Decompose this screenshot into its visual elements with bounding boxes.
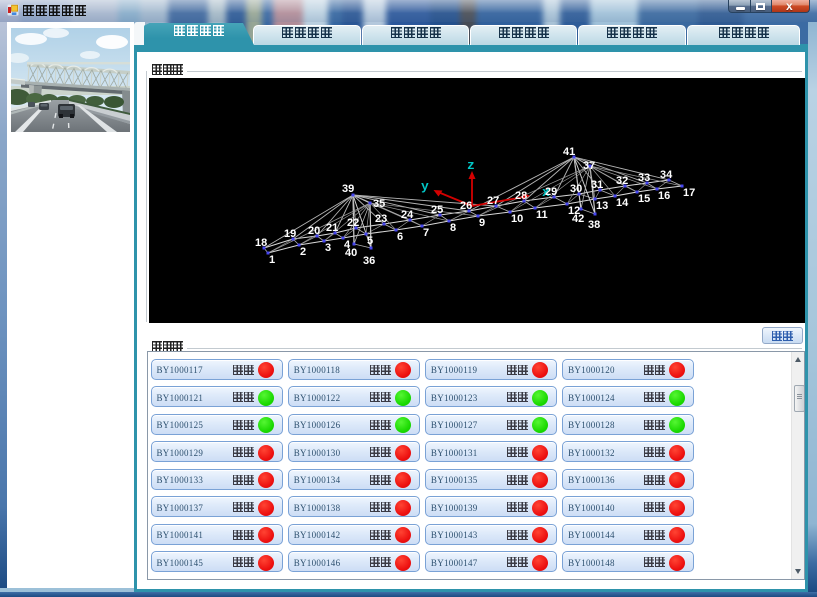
svg-text:11: 11	[536, 209, 548, 221]
svg-text:16: 16	[658, 190, 670, 202]
svg-text:30: 30	[570, 183, 582, 195]
svg-text:22: 22	[347, 217, 359, 229]
svg-text:13: 13	[596, 200, 608, 212]
svg-text:9: 9	[479, 217, 485, 229]
svg-text:29: 29	[545, 186, 557, 198]
svg-text:39: 39	[342, 183, 354, 195]
svg-text:37: 37	[583, 160, 595, 172]
svg-text:25: 25	[431, 204, 443, 216]
svg-text:21: 21	[326, 222, 338, 234]
svg-text:19: 19	[284, 228, 296, 240]
svg-text:33: 33	[638, 172, 650, 184]
svg-text:34: 34	[660, 169, 673, 181]
svg-text:27: 27	[487, 195, 499, 207]
svg-text:2: 2	[300, 246, 306, 258]
svg-text:36: 36	[363, 255, 375, 267]
svg-text:17: 17	[683, 187, 695, 199]
svg-text:7: 7	[423, 227, 429, 239]
svg-text:8: 8	[450, 222, 456, 234]
svg-text:42: 42	[572, 213, 584, 225]
svg-text:40: 40	[345, 247, 357, 259]
svg-text:10: 10	[511, 213, 523, 225]
svg-text:y: y	[421, 179, 429, 194]
svg-text:18: 18	[255, 237, 267, 249]
svg-text:24: 24	[401, 209, 414, 221]
svg-text:20: 20	[308, 225, 320, 237]
svg-text:35: 35	[373, 198, 385, 210]
svg-text:14: 14	[616, 197, 629, 209]
svg-text:6: 6	[397, 231, 403, 243]
svg-text:32: 32	[616, 175, 628, 187]
svg-text:23: 23	[375, 213, 387, 225]
svg-text:15: 15	[638, 193, 650, 205]
svg-text:31: 31	[591, 179, 603, 191]
svg-text:26: 26	[460, 200, 472, 212]
svg-text:28: 28	[515, 190, 527, 202]
svg-text:5: 5	[367, 235, 373, 247]
svg-text:38: 38	[588, 219, 600, 231]
svg-text:z: z	[467, 158, 475, 173]
svg-text:3: 3	[325, 242, 331, 254]
svg-text:1: 1	[269, 254, 275, 266]
svg-text:41: 41	[563, 146, 575, 158]
